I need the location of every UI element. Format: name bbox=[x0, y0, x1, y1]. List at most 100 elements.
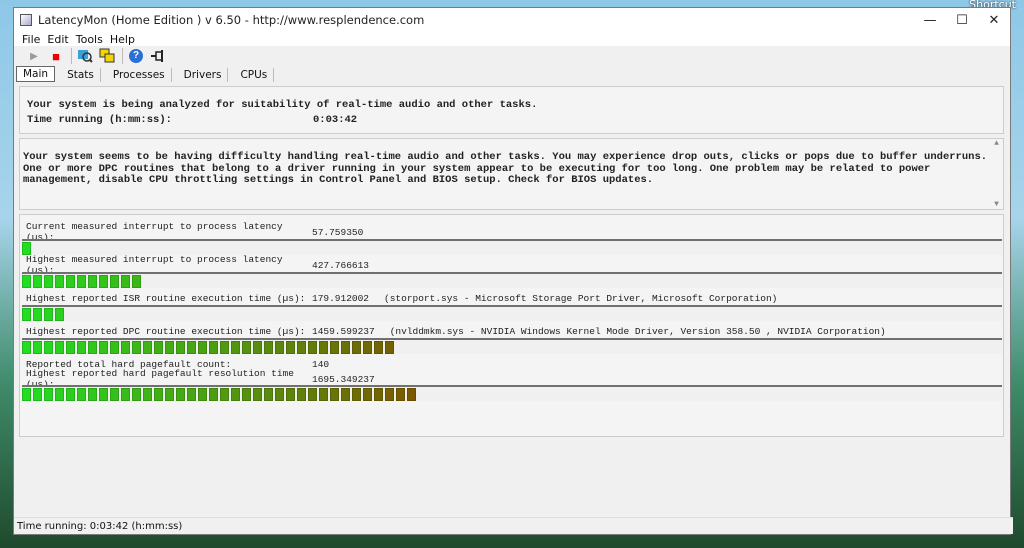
diagnosis-message: Your system seems to be having difficult… bbox=[23, 151, 988, 186]
pin-button[interactable] bbox=[148, 47, 168, 65]
bar-segment bbox=[132, 341, 141, 354]
stop-icon: ■ bbox=[52, 48, 60, 64]
metric-label: Highest reported ISR routine execution t… bbox=[26, 292, 306, 304]
bar-segment bbox=[55, 341, 64, 354]
stop-button[interactable]: ■ bbox=[46, 47, 66, 65]
bar-segment bbox=[231, 388, 240, 401]
bar-segment bbox=[297, 341, 306, 354]
bar-segment bbox=[77, 341, 86, 354]
bar-segment bbox=[176, 388, 185, 401]
bar-segment bbox=[22, 308, 31, 321]
tab-cpus[interactable]: CPUs bbox=[234, 68, 275, 82]
message-scrollbar[interactable]: ▲ ▼ bbox=[990, 139, 1003, 209]
scroll-up-icon[interactable]: ▲ bbox=[994, 139, 999, 148]
play-button[interactable]: ▶ bbox=[24, 47, 44, 65]
metric-value: 140 bbox=[312, 358, 330, 370]
close-button[interactable]: ✕ bbox=[978, 8, 1010, 32]
tab-processes[interactable]: Processes bbox=[107, 68, 172, 82]
menu-file[interactable]: File bbox=[22, 33, 40, 46]
bar-segment bbox=[77, 388, 86, 401]
search-button[interactable] bbox=[75, 47, 95, 65]
pagefault-bar-track bbox=[22, 385, 1002, 401]
bar-segment bbox=[286, 388, 295, 401]
toolbar-separator bbox=[122, 48, 123, 64]
tab-main[interactable]: Main bbox=[16, 66, 56, 82]
latency-bar-track bbox=[22, 239, 1002, 255]
bar-segment bbox=[132, 388, 141, 401]
play-icon: ▶ bbox=[30, 50, 38, 62]
menu-edit[interactable]: Edit bbox=[47, 33, 68, 46]
bar-segment bbox=[44, 308, 53, 321]
app-icon bbox=[20, 14, 32, 26]
bar-segment bbox=[33, 388, 42, 401]
latencymon-window: LatencyMon (Home Edition ) v 6.50 - http… bbox=[13, 7, 1013, 535]
bar-segment bbox=[22, 388, 31, 401]
bar-segment bbox=[363, 341, 372, 354]
bar-segment bbox=[231, 341, 240, 354]
bar-segment bbox=[99, 341, 108, 354]
title-bar[interactable]: LatencyMon (Home Edition ) v 6.50 - http… bbox=[14, 8, 1010, 32]
metric-isr-time: Highest reported ISR routine execution t… bbox=[26, 292, 1006, 304]
bar-segment bbox=[110, 275, 119, 288]
bar-segment bbox=[22, 275, 31, 288]
isr-bar bbox=[22, 308, 66, 321]
bar-segment bbox=[286, 341, 295, 354]
menu-help[interactable]: Help bbox=[110, 33, 135, 46]
metric-note: (nvlddmkm.sys - NVIDIA Windows Kernel Mo… bbox=[389, 325, 886, 337]
message-panel[interactable]: Your system seems to be having difficult… bbox=[19, 138, 1004, 210]
maximize-button[interactable]: ☐ bbox=[946, 8, 978, 32]
bar-segment bbox=[198, 341, 207, 354]
window-controls: — ☐ ✕ bbox=[914, 8, 1010, 32]
metric-value: 1459.599237 bbox=[312, 325, 375, 337]
tab-drivers[interactable]: Drivers bbox=[178, 68, 229, 82]
bar-segment bbox=[33, 275, 42, 288]
help-icon: ? bbox=[129, 49, 143, 63]
bar-segment bbox=[154, 341, 163, 354]
bar-segment bbox=[396, 388, 405, 401]
bar-segment bbox=[407, 388, 416, 401]
scroll-down-icon[interactable]: ▼ bbox=[994, 200, 999, 209]
metric-label: Highest reported DPC routine execution t… bbox=[26, 325, 306, 337]
minimize-button[interactable]: — bbox=[914, 8, 946, 32]
bar-segment bbox=[55, 308, 64, 321]
bar-segment bbox=[187, 341, 196, 354]
metric-highest-latency: Highest measured interrupt to process la… bbox=[26, 254, 1006, 276]
bar-segment bbox=[22, 341, 31, 354]
bar-segment bbox=[242, 341, 251, 354]
bar-segment bbox=[220, 388, 229, 401]
dpc-bar bbox=[22, 341, 396, 354]
bar-segment bbox=[88, 388, 97, 401]
bar-segment bbox=[385, 388, 394, 401]
bar-segment bbox=[308, 388, 317, 401]
windows-icon bbox=[99, 48, 115, 63]
bar-segment bbox=[330, 388, 339, 401]
bar-segment bbox=[220, 341, 229, 354]
bar-segment bbox=[330, 341, 339, 354]
bar-segment bbox=[121, 275, 130, 288]
bar-segment bbox=[253, 388, 262, 401]
window-title: LatencyMon (Home Edition ) v 6.50 - http… bbox=[38, 13, 425, 27]
dpc-bar-track bbox=[22, 338, 1002, 354]
tab-stats[interactable]: Stats bbox=[61, 68, 101, 82]
pin-icon bbox=[151, 50, 163, 62]
bar-segment bbox=[275, 388, 284, 401]
isr-bar-track bbox=[22, 305, 1002, 321]
help-button[interactable]: ? bbox=[126, 47, 146, 65]
metrics-panel: Current measured interrupt to process la… bbox=[19, 214, 1004, 437]
bar-segment bbox=[374, 341, 383, 354]
bar-segment bbox=[165, 341, 174, 354]
bar-segment bbox=[385, 341, 394, 354]
bar-segment bbox=[99, 388, 108, 401]
bar-segment bbox=[154, 388, 163, 401]
bar-segment bbox=[66, 275, 75, 288]
bar-segment bbox=[33, 341, 42, 354]
status-bar-text: Time running: 0:03:42 (h:mm:ss) bbox=[17, 520, 183, 532]
bar-segment bbox=[132, 275, 141, 288]
menu-tools[interactable]: Tools bbox=[76, 33, 103, 46]
bar-segment bbox=[341, 388, 350, 401]
bar-segment bbox=[176, 341, 185, 354]
toolbar: ▶ ■ ? bbox=[14, 46, 1010, 66]
windows-button[interactable] bbox=[97, 47, 117, 65]
search-icon bbox=[78, 50, 93, 63]
time-running-row: Time running (h:mm:ss): 0:03:42 bbox=[27, 112, 1003, 127]
